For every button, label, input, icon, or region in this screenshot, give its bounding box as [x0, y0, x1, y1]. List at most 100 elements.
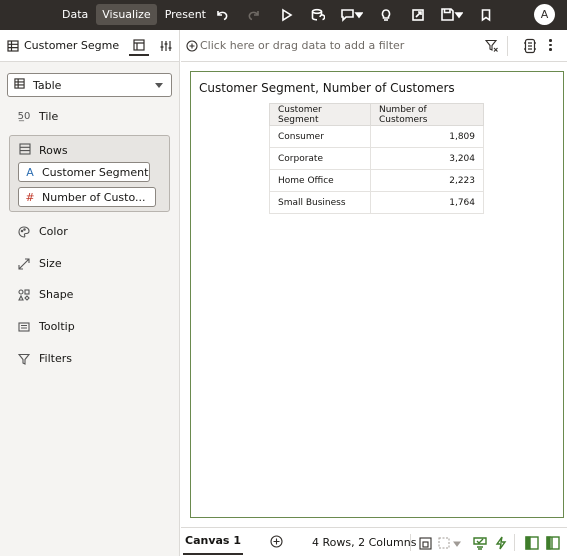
- panel-header: Customer Segme...: [0, 30, 179, 62]
- toggle-right-panel-button[interactable]: [545, 535, 561, 551]
- tooltip-icon: [17, 321, 31, 333]
- shapes-icon: [17, 288, 31, 301]
- run-button[interactable]: [270, 0, 302, 30]
- visualization-name[interactable]: Customer Segme...: [24, 39, 119, 52]
- table-row[interactable]: Consumer 1,809: [269, 125, 484, 148]
- table-cell[interactable]: 2,223: [370, 169, 484, 192]
- undo-icon: [217, 11, 228, 21]
- grammar-color-label: Color: [39, 225, 68, 238]
- grammar-filters[interactable]: Filters: [17, 352, 72, 365]
- add-filter-icon[interactable]: [186, 39, 198, 52]
- comment-icon: [341, 9, 363, 22]
- visualization-title: Customer Segment, Number of Customers: [199, 81, 455, 95]
- bookmark-button[interactable]: [470, 0, 502, 30]
- more-options-icon[interactable]: [549, 39, 552, 51]
- toolbar-actions: [206, 0, 502, 30]
- grammar-shape[interactable]: Shape: [17, 288, 73, 301]
- undo-button[interactable]: [206, 0, 238, 30]
- page-layout-icon: [418, 536, 432, 550]
- add-circle-icon: [270, 535, 283, 548]
- grammar-size[interactable]: Size: [17, 257, 62, 270]
- canvas-layout-button[interactable]: [417, 535, 433, 551]
- redo-button[interactable]: [238, 0, 270, 30]
- row-pill-number-of-customers[interactable]: # Number of Custo...: [18, 187, 156, 207]
- chevron-down-icon: [155, 83, 163, 88]
- table-cell[interactable]: Corporate: [269, 147, 371, 170]
- grammar-tile-label: Tile: [39, 110, 59, 123]
- table-row[interactable]: Small Business 1,764: [269, 191, 484, 214]
- chart-check-icon: [473, 537, 487, 550]
- visualization-type-select[interactable]: Table: [7, 73, 172, 97]
- table-cell[interactable]: Small Business: [269, 191, 371, 214]
- toggle-left-panel-button[interactable]: [524, 535, 540, 551]
- data-table: Customer Segment Number of Customers Con…: [269, 103, 484, 214]
- resize-icon: [17, 257, 31, 270]
- grammar-color[interactable]: Color: [17, 225, 68, 238]
- grammar-panel: Customer Segme... Table 5̲0 Tile Rows A …: [0, 30, 180, 556]
- user-avatar[interactable]: A: [534, 4, 555, 25]
- table-row[interactable]: Home Office 2,223: [269, 169, 484, 192]
- rows-drop-zone[interactable]: Rows A Customer Segment # Number of Cust…: [9, 135, 170, 212]
- tab-present[interactable]: Present: [159, 4, 212, 25]
- table-cell[interactable]: 1,809: [370, 125, 484, 148]
- table-cell[interactable]: Home Office: [269, 169, 371, 192]
- visualization-canvas[interactable]: Customer Segment, Number of Customers Cu…: [190, 71, 564, 518]
- rows-icon: [19, 143, 31, 158]
- comments-menu-button[interactable]: [334, 0, 370, 30]
- column-header[interactable]: Customer Segment: [269, 103, 371, 126]
- export-button[interactable]: [402, 0, 434, 30]
- add-canvas-button[interactable]: [270, 535, 283, 548]
- table-cell[interactable]: Consumer: [269, 125, 371, 148]
- top-toolbar: Data Visualize Present A: [0, 0, 567, 30]
- grammar-tooltip-label: Tooltip: [39, 320, 75, 333]
- grammar-tile[interactable]: 5̲0 Tile: [17, 110, 59, 123]
- palette-icon: [17, 225, 31, 238]
- filter-bar[interactable]: Click here or drag data to add a filter: [181, 30, 567, 62]
- play-icon: [282, 8, 293, 22]
- tab-canvas-1[interactable]: Canvas 1: [183, 528, 243, 555]
- lightning-icon: [495, 536, 507, 550]
- grammar-tooltip[interactable]: Tooltip: [17, 320, 75, 333]
- row-pill-label: Customer Segment: [42, 165, 149, 179]
- panel-split-icon: [546, 536, 560, 550]
- tab-visualize[interactable]: Visualize: [96, 4, 157, 25]
- filter-icon: [17, 353, 31, 365]
- tile-icon: 5̲0: [17, 111, 31, 122]
- insights-button[interactable]: [370, 0, 402, 30]
- save-icon: [441, 8, 463, 21]
- grammar-icon: [133, 39, 145, 51]
- table-icon: [7, 39, 19, 52]
- auto-apply-button[interactable]: [493, 535, 509, 551]
- filter-settings-button[interactable]: [485, 39, 499, 53]
- grid-menu-button[interactable]: [438, 535, 462, 551]
- table-cell[interactable]: 1,764: [370, 191, 484, 214]
- grammar-shape-label: Shape: [39, 288, 74, 301]
- row-pill-customer-segment[interactable]: A Customer Segment: [18, 162, 150, 182]
- data-refresh-button[interactable]: [302, 0, 334, 30]
- row-column-status: 4 Rows, 2 Columns: [312, 536, 417, 549]
- rows-label: Rows: [39, 144, 68, 157]
- save-menu-button[interactable]: [434, 0, 470, 30]
- tab-data[interactable]: Data: [56, 4, 94, 25]
- grammar-filters-label: Filters: [39, 352, 72, 365]
- filter-placeholder[interactable]: Click here or drag data to add a filter: [200, 39, 404, 52]
- divider: [507, 36, 508, 56]
- divider: [514, 534, 515, 551]
- row-pill-label: Number of Custo...: [42, 190, 146, 204]
- tab-grammar[interactable]: [129, 36, 149, 56]
- grammar-size-label: Size: [39, 257, 62, 270]
- tab-properties[interactable]: [156, 36, 176, 56]
- sliders-icon: [160, 41, 172, 51]
- table-cell[interactable]: 3,204: [370, 147, 484, 170]
- table-row[interactable]: Corporate 3,204: [269, 147, 484, 170]
- canvas-tab-bar: Canvas 1 4 Rows, 2 Columns: [181, 527, 567, 556]
- canvas-filter-icon: [524, 38, 536, 54]
- mode-tabs: Data Visualize Present: [54, 4, 212, 25]
- measure-icon: #: [25, 190, 35, 204]
- column-header[interactable]: Number of Customers: [370, 103, 484, 126]
- canvas-filter-button[interactable]: [523, 38, 537, 54]
- auto-insights-button[interactable]: [472, 535, 488, 551]
- visualization-type-value: Table: [33, 78, 62, 92]
- attribute-icon: A: [26, 165, 34, 179]
- database-refresh-icon: [311, 8, 325, 21]
